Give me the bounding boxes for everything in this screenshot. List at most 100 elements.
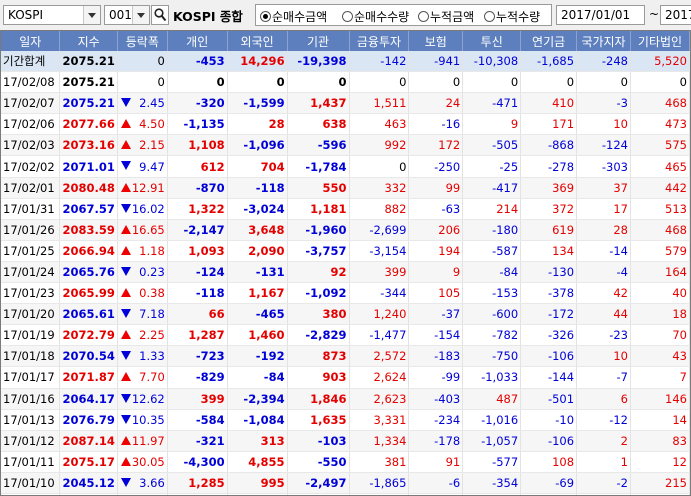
summary-row[interactable]: 기간합계 2075.21 0 -453 14,296 -19,398 -142 -941 -10…: [1, 51, 690, 73]
table-row[interactable]: 17/01/31 2067.57 16.02 1,322 -3,024 1,181 882-…: [1, 198, 690, 220]
column-header[interactable]: 투신: [462, 31, 522, 51]
value-cell: -99: [408, 366, 464, 389]
value-cell: 108: [520, 451, 578, 473]
table-row[interactable]: 17/01/17 2071.87 7.70 -829 -84 903 2,624 -99 -1,…: [1, 366, 690, 389]
column-header[interactable]: 금융투자: [349, 31, 410, 51]
date-cell: 17/01/31: [1, 198, 61, 220]
table-row[interactable]: 17/01/20 2065.61 7.18 66 -465 380 1,240 -37 -600…: [1, 303, 690, 326]
table-row[interactable]: 17/01/25 2066.94 1.18 1,093 2,090 -3,757 -3,15…: [1, 240, 690, 262]
radio-button-icon[interactable]: [260, 11, 271, 22]
column-header[interactable]: 등락폭: [117, 31, 168, 51]
value-cell: -178: [408, 430, 464, 452]
table-row[interactable]: 17/02/08 2075.21 0 0 0 0 0 0 0 0 0 0: [1, 71, 690, 94]
triangle-up-icon: [120, 372, 131, 382]
table-row[interactable]: 17/01/26 2083.59 16.65 -2,147 3,648 -1,960 -2,…: [1, 219, 690, 241]
value-cell: 0: [630, 71, 690, 94]
column-header[interactable]: 개인: [167, 31, 228, 51]
change-cell: 16.65: [117, 219, 168, 241]
value-cell: 380: [287, 303, 350, 326]
value-cell: 332: [349, 177, 410, 199]
value-cell: -453: [167, 51, 228, 73]
table-row[interactable]: 17/02/06 2077.66 4.50 -1,135 28 638 463 -16 9 171…: [1, 113, 690, 136]
change-cell: 9.47: [117, 155, 168, 178]
table-row[interactable]: 17/02/02 2071.01 9.47 612 704 -1,784 0 -250 -25-…: [1, 155, 690, 178]
value-cell: 381: [349, 451, 410, 473]
radio-net-buy-quantity[interactable]: 순매수수량: [342, 8, 409, 25]
value-cell: 487: [462, 388, 522, 410]
value-cell: -320: [167, 92, 228, 115]
value-cell: -14: [576, 240, 631, 262]
value-cell: 579: [630, 240, 690, 262]
value-cell: -2,394: [227, 388, 288, 410]
date-cell: 17/01/12: [1, 430, 61, 452]
column-header[interactable]: 국가지자: [576, 31, 631, 51]
value-cell: 194: [408, 240, 464, 262]
value-cell: -4: [576, 261, 631, 284]
value-cell: 1,287: [167, 324, 228, 347]
radio-net-buy-amount[interactable]: 순매수금액: [260, 8, 327, 25]
value-cell: -106: [520, 345, 578, 368]
column-header[interactable]: 연기금: [520, 31, 578, 51]
table-row[interactable]: 17/01/13 2076.79 10.35 -584 -1,084 1,635 3,331…: [1, 409, 690, 431]
table-row[interactable]: 17/01/10 2045.12 3.66 1,285 995 -2,497 -1,865-…: [1, 472, 690, 494]
value-cell: 28: [227, 113, 288, 136]
radio-button-icon[interactable]: [484, 11, 495, 22]
value-cell: 992: [349, 134, 410, 157]
value-cell: 3,331: [349, 409, 410, 431]
chevron-down-icon[interactable]: [83, 6, 100, 24]
radio-button-icon[interactable]: [342, 11, 353, 22]
triangle-down-icon: [120, 414, 131, 424]
end-date-input[interactable]: 2017: [660, 5, 691, 25]
value-cell: 14: [630, 409, 690, 431]
change-cell: 3.66: [117, 472, 168, 494]
table-row[interactable]: 17/02/03 2073.16 2.15 1,108 -1,096 -596 992 172…: [1, 134, 690, 157]
code-select[interactable]: 001: [104, 5, 150, 25]
column-header[interactable]: 기타법인: [630, 31, 690, 51]
index-cell: 2077.66: [59, 113, 118, 136]
radio-cumulative-amount[interactable]: 누적금액: [418, 8, 474, 25]
value-cell: 465: [630, 155, 690, 178]
value-cell: 2,572: [349, 345, 410, 368]
table-row[interactable]: 17/02/01 2080.48 12.91 -870 -118 550 332 99 -417…: [1, 177, 690, 199]
radio-button-icon[interactable]: [418, 11, 429, 22]
value-cell: -1,033: [462, 366, 522, 389]
table-row[interactable]: 17/01/11 2075.17 30.05 -4,300 4,855 -550 381 91…: [1, 451, 690, 473]
table-row[interactable]: 17/01/16 2064.17 12.62 399 -2,394 1,846 2,623-…: [1, 388, 690, 410]
index-cell: 2071.01: [59, 155, 118, 178]
table-row[interactable]: 17/01/12 2087.14 11.97 -321 313 -103 1,334 -178…: [1, 430, 690, 452]
market-select[interactable]: KOSPI: [3, 5, 101, 25]
change-value: 1.33: [139, 349, 165, 364]
value-cell: -10: [520, 409, 578, 431]
column-header[interactable]: 외국인: [227, 31, 288, 51]
table-row[interactable]: 17/01/19 2072.79 2.25 1,287 1,460 -2,829 -1,47…: [1, 324, 690, 347]
column-header[interactable]: 일자: [1, 31, 61, 51]
market-name: KOSPI 종합: [173, 9, 243, 24]
value-cell: -2,147: [167, 219, 228, 241]
value-cell: 372: [520, 198, 578, 220]
value-cell: -471: [462, 92, 522, 115]
start-date-input[interactable]: 2017/01/01: [556, 5, 645, 25]
table-row[interactable]: 17/01/23 2065.99 0.38 -118 1,167 -1,092 -344 10…: [1, 282, 690, 305]
change-value: 9.47: [139, 159, 165, 174]
value-cell: -2,497: [287, 472, 350, 494]
value-cell: 2,624: [349, 366, 410, 389]
table-row[interactable]: 17/01/18 2070.54 1.33 -723 -192 873 2,572 -183-…: [1, 345, 690, 368]
search-button[interactable]: [151, 5, 169, 25]
value-cell: 313: [227, 430, 288, 452]
column-header[interactable]: 기관: [287, 31, 350, 51]
value-cell: -234: [408, 409, 464, 431]
value-cell: 9: [462, 113, 522, 136]
change-cell: 11.97: [117, 430, 168, 452]
value-cell: -10,308: [462, 51, 522, 73]
value-cell: -118: [167, 282, 228, 305]
value-cell: -1,084: [227, 409, 288, 431]
column-header[interactable]: 보험: [408, 31, 464, 51]
value-cell: -750: [462, 345, 522, 368]
change-value: 4.50: [139, 117, 165, 132]
table-row[interactable]: 17/01/24 2065.76 0.23 -124 -131 92 399 9 -84 -130…: [1, 261, 690, 284]
chevron-down-icon[interactable]: [132, 6, 149, 24]
table-row[interactable]: 17/02/07 2075.21 2.45 -320 -1,599 1,437 1,511 2…: [1, 92, 690, 115]
change-cell: 7.70: [117, 366, 168, 389]
radio-cumulative-quantity[interactable]: 누적수량: [484, 8, 540, 25]
column-header[interactable]: 지수: [59, 31, 118, 51]
